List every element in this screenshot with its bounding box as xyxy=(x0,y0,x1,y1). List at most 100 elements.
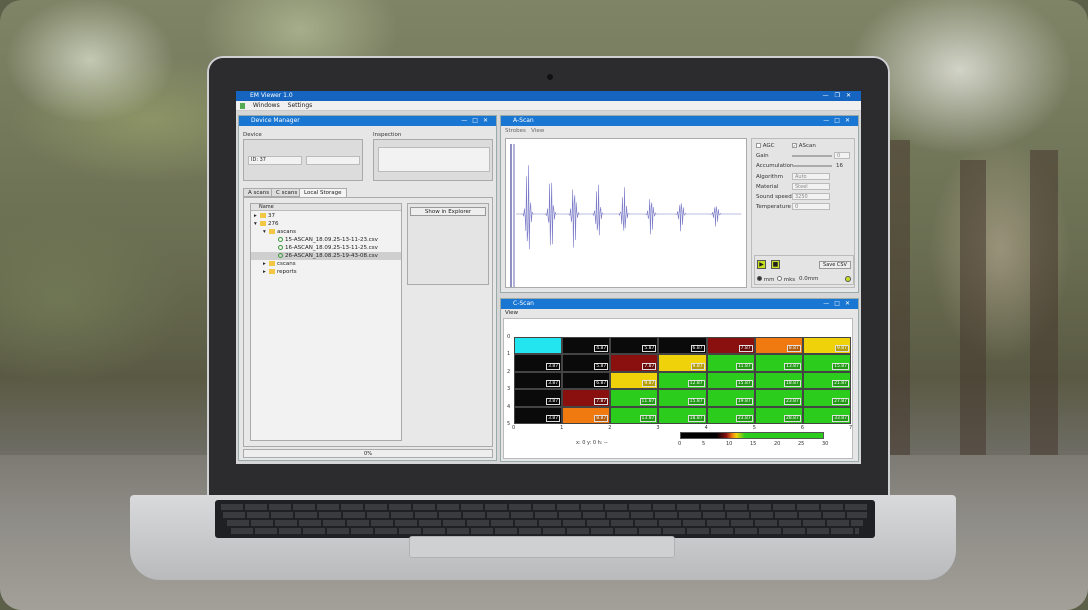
maximize-icon[interactable]: □ xyxy=(834,117,845,124)
heatmap-cell[interactable]: 4.87 xyxy=(562,337,611,355)
heatmap-cell[interactable]: 18.87 xyxy=(754,371,803,390)
heatmap-cell[interactable]: 7.87 xyxy=(562,389,611,407)
heatmap-cell[interactable]: 9.87 xyxy=(610,371,659,390)
heatmap-cell[interactable]: 3.87 xyxy=(514,371,563,390)
algorithm-label: Algorithm xyxy=(756,174,783,180)
tab-local-storage[interactable]: Local Storage xyxy=(299,188,347,197)
tree-folder-item[interactable]: ▾ 276 xyxy=(251,220,401,228)
menu-windows[interactable]: Windows xyxy=(253,102,280,109)
heatmap-cell[interactable]: 11.87 xyxy=(706,354,755,372)
gain-slider[interactable] xyxy=(792,155,832,157)
menu-settings[interactable]: Settings xyxy=(288,102,313,109)
cell-value: 21.87 xyxy=(832,380,849,388)
tree-folder-item[interactable]: ▸ 37 xyxy=(251,212,401,220)
heatmap-cell[interactable]: 12.87 xyxy=(658,371,707,390)
close-icon[interactable]: ✕ xyxy=(845,117,855,124)
stop-icon[interactable]: ■ xyxy=(771,260,780,269)
tree-file-item[interactable]: 16-ASCAN_18.09.25-13-11-25.csv xyxy=(251,244,401,252)
heatmap-cell[interactable]: 3.87 xyxy=(514,406,563,424)
menu-strobes[interactable]: Strobes xyxy=(505,128,526,134)
device-status-field[interactable] xyxy=(306,156,360,165)
play-icon[interactable]: ▶ xyxy=(757,260,766,269)
cell-value: 9.87 xyxy=(690,362,705,370)
heatmap-cell[interactable]: 9.87 xyxy=(802,337,851,355)
folder-icon xyxy=(269,229,275,234)
heatmap-cell[interactable]: 6.87 xyxy=(658,337,707,355)
heatmap-cell[interactable]: 21.87 xyxy=(802,371,851,390)
maximize-icon[interactable]: □ xyxy=(472,117,483,124)
cell-value: 8.87 xyxy=(594,414,609,422)
heatmap-cell[interactable]: 13.87 xyxy=(610,406,659,424)
heatmap-cell[interactable]: 8.87 xyxy=(754,337,803,355)
heatmap-cell[interactable]: 6.87 xyxy=(562,371,611,390)
maximize-icon[interactable]: □ xyxy=(834,300,845,307)
heatmap-cell[interactable]: 27.87 xyxy=(802,389,851,407)
heatmap-cell[interactable]: 33.87 xyxy=(802,406,851,424)
tree-file-item[interactable]: 15-ASCAN_18.09.25-13-11-23.csv xyxy=(251,236,401,244)
inspection-group xyxy=(373,139,493,181)
algorithm-select[interactable]: Auto xyxy=(792,173,830,180)
heatmap-cell[interactable]: 3.87 xyxy=(514,354,563,372)
cell-value: 3.87 xyxy=(546,414,561,422)
heatmap-cell[interactable]: 28.87 xyxy=(754,406,803,424)
tree-item-label: 276 xyxy=(268,221,279,227)
gain-spinbox[interactable]: 0 xyxy=(834,152,850,159)
maximize-icon[interactable]: ❐ xyxy=(835,92,846,99)
heatmap-cell[interactable]: 5.87 xyxy=(610,337,659,355)
close-icon[interactable]: ✕ xyxy=(845,300,855,307)
heatmap-cell[interactable] xyxy=(514,337,563,355)
ascan-settings: AGC ✓ AScan Gain 0 Accumulation 16 Algor… xyxy=(751,138,855,288)
sound-speed-field[interactable]: 3250 xyxy=(792,193,830,200)
menu-view[interactable]: View xyxy=(531,128,544,134)
cell-value: 5.87 xyxy=(642,345,657,353)
accumulation-slider[interactable] xyxy=(792,165,832,167)
heatmap-cell[interactable]: 13.87 xyxy=(754,354,803,372)
device-id-field[interactable]: ID: 37 xyxy=(248,156,302,165)
app-icon xyxy=(240,102,245,109)
window-titlebar: EM Viewer 1.0 —❐✕ xyxy=(236,91,861,101)
heatmap-cell[interactable]: 15.87 xyxy=(802,354,851,372)
minimize-icon[interactable]: — xyxy=(823,92,835,99)
minimize-icon[interactable]: — xyxy=(461,117,472,124)
x-tick-label: 2 xyxy=(608,425,612,431)
close-icon[interactable]: ✕ xyxy=(483,117,493,124)
cscan-heatmap[interactable]: 4.87 5.87 6.87 7.87 8.87 9.87 3.87 5.87 7.87 9.87… xyxy=(514,337,851,424)
tab-c-scans[interactable]: C scans xyxy=(271,188,303,197)
heatmap-cell[interactable]: 8.87 xyxy=(562,406,611,424)
mm-radio[interactable] xyxy=(757,276,762,281)
y-tick-label: 5 xyxy=(507,421,511,427)
tree-folder-item[interactable]: ▸ reports xyxy=(251,268,401,276)
save-csv-button[interactable]: Save CSV xyxy=(819,261,851,269)
minimize-icon[interactable]: — xyxy=(823,117,834,124)
tree-folder-item[interactable]: ▸ cscans xyxy=(251,260,401,268)
close-icon[interactable]: ✕ xyxy=(846,92,857,99)
heatmap-cell[interactable]: 23.87 xyxy=(706,406,755,424)
heatmap-cell[interactable]: 7.87 xyxy=(610,354,659,372)
minimize-icon[interactable]: — xyxy=(823,300,834,307)
heatmap-cell[interactable]: 5.87 xyxy=(562,354,611,372)
heatmap-cell[interactable]: 3.87 xyxy=(514,389,563,407)
material-select[interactable]: Steel xyxy=(792,183,830,190)
tree-folder-item[interactable]: ▾ ascans xyxy=(251,228,401,236)
heatmap-cell[interactable]: 23.87 xyxy=(754,389,803,407)
tree-item-label: reports xyxy=(277,269,297,275)
heatmap-cell[interactable]: 9.87 xyxy=(658,354,707,372)
tree-item-label: 37 xyxy=(268,213,275,219)
ascan-checkbox[interactable]: ✓ xyxy=(792,143,797,148)
tab-a-scans[interactable]: A scans xyxy=(243,188,275,197)
temperature-field[interactable]: 0 xyxy=(792,203,830,210)
heatmap-cell[interactable]: 15.87 xyxy=(658,389,707,407)
menu-view[interactable]: View xyxy=(505,310,518,316)
show-in-explorer-button[interactable]: Show in Explorer xyxy=(410,207,486,216)
inspection-field[interactable] xyxy=(378,147,490,172)
tree-file-item[interactable]: 26-ASCAN_18.08.25-19-43-08.csv xyxy=(251,252,401,260)
heatmap-cell[interactable]: 7.87 xyxy=(706,337,755,355)
heatmap-cell[interactable]: 11.87 xyxy=(610,389,659,407)
cscan-plot[interactable]: 4.87 5.87 6.87 7.87 8.87 9.87 3.87 5.87 7.87 9.87… xyxy=(503,318,853,459)
mks-radio[interactable] xyxy=(777,276,782,281)
heatmap-cell[interactable]: 15.87 xyxy=(706,371,755,390)
heatmap-cell[interactable]: 19.87 xyxy=(706,389,755,407)
agc-checkbox[interactable] xyxy=(756,143,761,148)
heatmap-cell[interactable]: 18.87 xyxy=(658,406,707,424)
ascan-plot[interactable] xyxy=(505,138,747,288)
